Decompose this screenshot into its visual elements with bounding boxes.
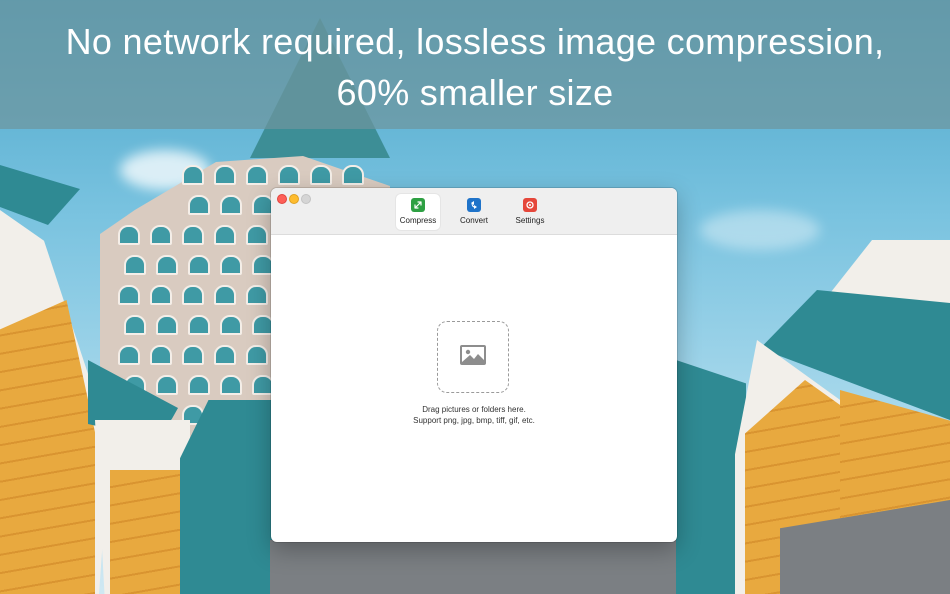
tower-window [214, 225, 236, 245]
compress-icon [411, 198, 425, 212]
zoom-window-button[interactable] [301, 194, 311, 204]
tower-window [220, 375, 242, 395]
tower-window [188, 315, 210, 335]
tower-window [150, 345, 172, 365]
image-icon [459, 344, 487, 371]
drop-instructions-line-2: Support png, jpg, bmp, tiff, gif, etc. [413, 416, 535, 425]
tower-window [214, 285, 236, 305]
drop-instructions: Drag pictures or folders here. Support p… [271, 404, 677, 426]
tower-window [150, 225, 172, 245]
settings-icon [523, 198, 537, 212]
tower-window [188, 255, 210, 275]
tower-window [220, 255, 242, 275]
tower-window [118, 345, 140, 365]
tab-settings-label: Settings [515, 216, 545, 225]
tower-window [246, 345, 268, 365]
tower-window [150, 285, 172, 305]
promo-banner: No network required, lossless image comp… [0, 0, 950, 129]
cube-roof [180, 400, 275, 594]
tower-window [278, 165, 300, 185]
banner-line-2: 60% smaller size [336, 72, 614, 113]
tower-window [188, 375, 210, 395]
tower-window [246, 285, 268, 305]
tab-compress-label: Compress [399, 216, 437, 225]
tab-convert-label: Convert [459, 216, 488, 225]
tower-window [118, 225, 140, 245]
tower-window [310, 165, 332, 185]
tab-convert[interactable]: Convert [453, 194, 495, 230]
app-window: Compress Convert Settings Drag pictures … [271, 188, 677, 542]
minimize-window-button[interactable] [289, 194, 299, 204]
tower-window [220, 315, 242, 335]
tower-window [214, 165, 236, 185]
tab-settings[interactable]: Settings [509, 194, 551, 230]
tower-window [182, 165, 204, 185]
cube-wall-orange [110, 470, 190, 594]
tower-window [182, 345, 204, 365]
close-window-button[interactable] [277, 194, 287, 204]
tower-window [156, 375, 178, 395]
tower-window [246, 165, 268, 185]
banner-line-1: No network required, lossless image comp… [65, 21, 885, 62]
tower-window [342, 165, 364, 185]
tower-window [156, 255, 178, 275]
drop-instructions-line-1: Drag pictures or folders here. [422, 405, 526, 414]
drop-zone[interactable] [437, 321, 509, 393]
tab-compress[interactable]: Compress [396, 194, 440, 230]
tower-window [124, 255, 146, 275]
window-toolbar: Compress Convert Settings [271, 188, 677, 235]
banner-headline: No network required, lossless image comp… [0, 16, 950, 118]
tower-window [124, 315, 146, 335]
convert-icon [467, 198, 481, 212]
tower-window [214, 345, 236, 365]
tower-window [246, 225, 268, 245]
tower-window [156, 315, 178, 335]
tower-window [118, 285, 140, 305]
tower-window [220, 195, 242, 215]
ground-buildings [270, 540, 680, 594]
tower-window [182, 285, 204, 305]
tower-window [182, 225, 204, 245]
cloud [700, 210, 820, 250]
tower-window [188, 195, 210, 215]
